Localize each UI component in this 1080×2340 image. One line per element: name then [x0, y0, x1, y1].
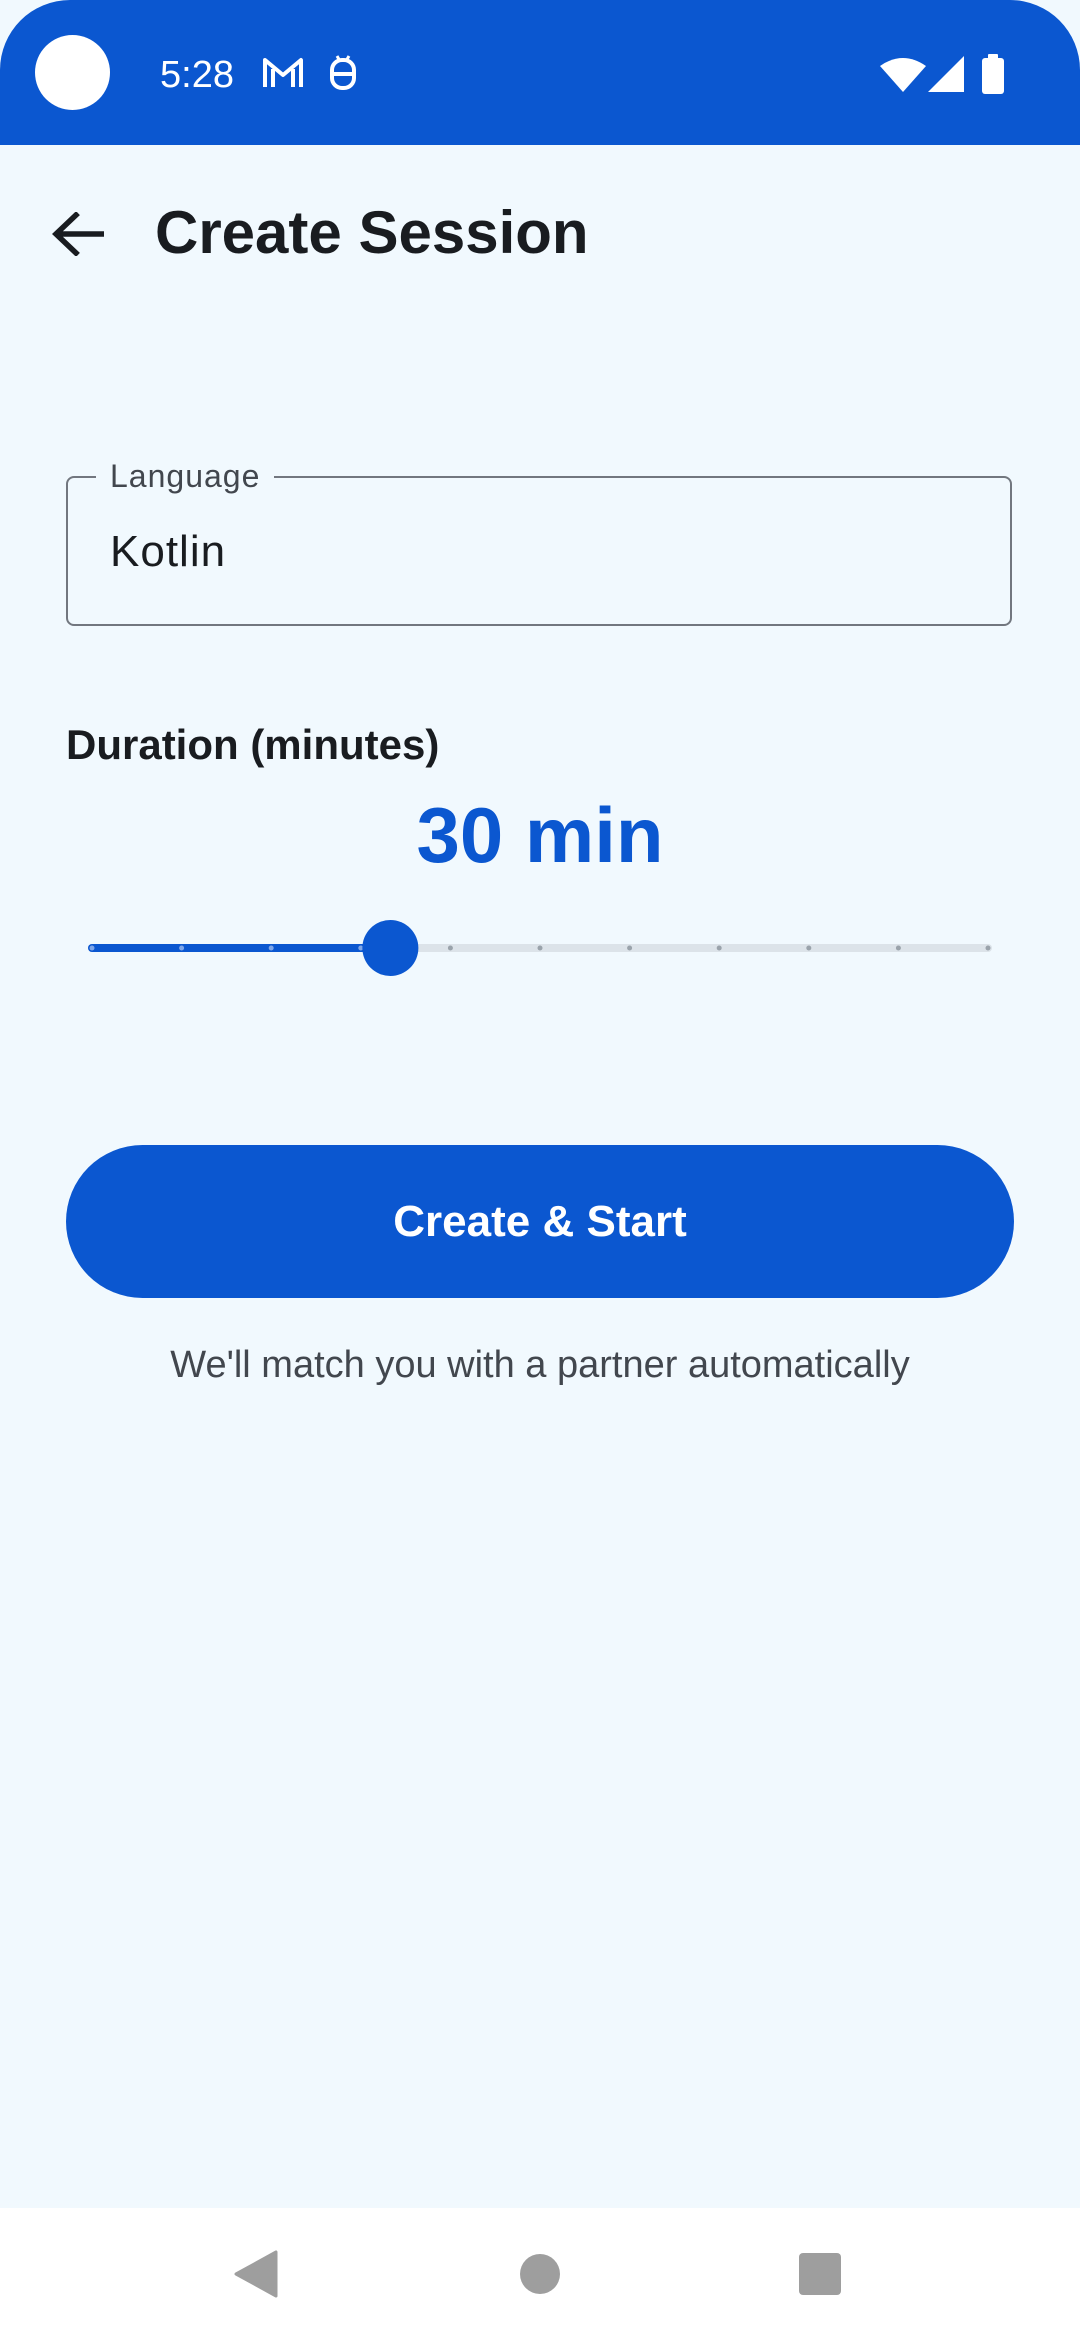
- slider-tick: [716, 945, 722, 951]
- slider-tick: [985, 945, 991, 951]
- slider-tick: [895, 945, 901, 951]
- slider-tick: [268, 945, 274, 951]
- slider-tick: [179, 945, 185, 951]
- signal-icon: [928, 56, 964, 92]
- slider-tick: [537, 945, 543, 951]
- slider-tick: [806, 945, 812, 951]
- debug-icon: [330, 55, 356, 90]
- duration-slider[interactable]: [88, 920, 992, 976]
- nav-home-icon: [520, 2254, 560, 2294]
- slider-tick: [89, 945, 95, 951]
- navigation-bar: [0, 2208, 1080, 2340]
- slider-tick: [447, 945, 453, 951]
- duration-label: Duration (minutes): [66, 721, 440, 768]
- duration-value: 30 min: [416, 791, 664, 879]
- gmail-icon: [263, 58, 303, 87]
- status-time: 5:28: [160, 54, 234, 96]
- nav-back-icon: [234, 2250, 278, 2298]
- slider-thumb[interactable]: [362, 920, 419, 976]
- language-field-value[interactable]: Kotlin: [110, 526, 226, 578]
- nav-home-button[interactable]: [480, 2208, 600, 2340]
- back-button[interactable]: [40, 196, 116, 272]
- arrow-back-icon: [52, 212, 104, 256]
- wifi-icon: [880, 58, 926, 92]
- nav-recents-button[interactable]: [760, 2208, 880, 2340]
- slider-tick: [627, 945, 633, 951]
- nav-recents-icon: [799, 2253, 841, 2295]
- battery-icon: [982, 54, 1004, 94]
- language-field-label: Language: [96, 458, 275, 494]
- camera-cutout: [35, 35, 110, 110]
- slider-track-active: [88, 944, 391, 952]
- nav-back-button[interactable]: [196, 2208, 316, 2340]
- page-title: Create Session: [155, 199, 589, 266]
- status-bar: 5:28: [0, 0, 1080, 145]
- match-hint-text: We'll match you with a partner automatic…: [170, 1344, 910, 1386]
- create-and-start-button[interactable]: Create & Start: [66, 1145, 1014, 1298]
